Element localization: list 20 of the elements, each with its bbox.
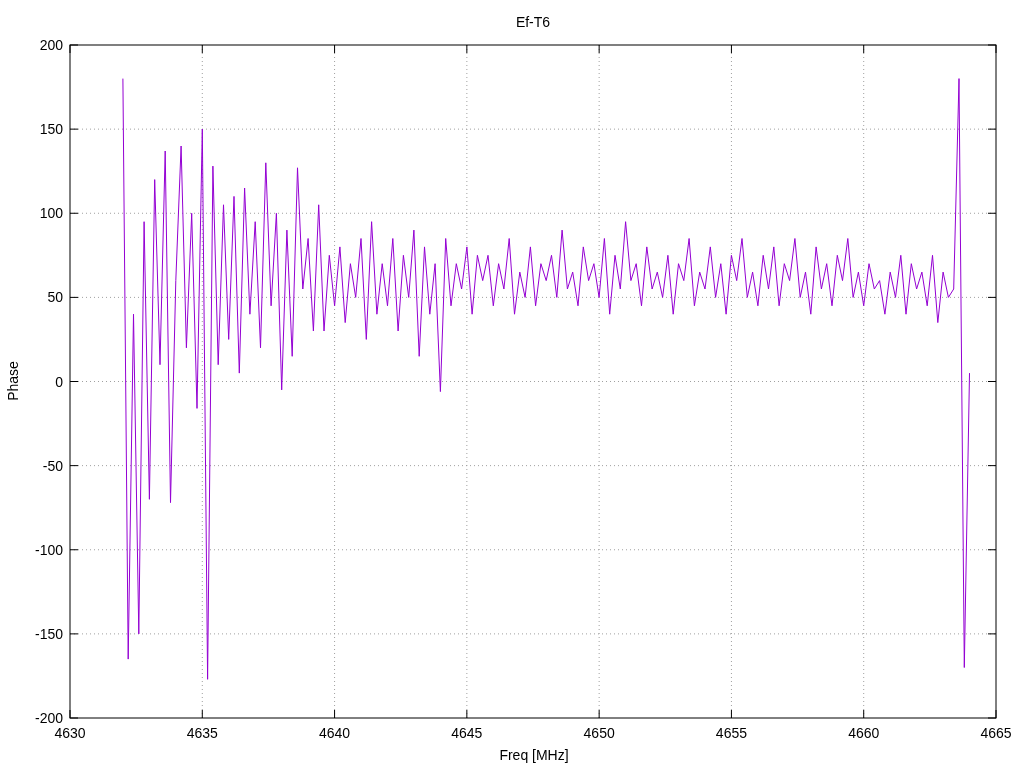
y-tick-label: 50 xyxy=(47,289,63,306)
x-tick-label: 4650 xyxy=(583,725,615,741)
x-tick-label: 4635 xyxy=(186,725,218,741)
chart-title: Ef-T6 xyxy=(515,14,551,30)
y-tick-label: -50 xyxy=(42,457,63,474)
y-axis-label: Phase xyxy=(5,361,21,401)
x-tick-label: 4665 xyxy=(980,725,1012,741)
y-tick-label: -150 xyxy=(34,625,63,642)
y-tick-label: 0 xyxy=(55,373,63,390)
y-tick-label: -100 xyxy=(34,541,63,558)
y-tick-label: 100 xyxy=(39,205,63,222)
x-axis-label: Freq [MHz] xyxy=(499,747,569,763)
x-tick-label: 4660 xyxy=(848,725,880,741)
x-tick-label: 4640 xyxy=(319,725,351,741)
y-tick-label: 200 xyxy=(39,37,63,53)
y-tick-label: -200 xyxy=(34,710,63,726)
x-tick-label: 4655 xyxy=(715,725,747,741)
x-tick-label: 4645 xyxy=(451,725,483,741)
y-tick-label: 150 xyxy=(39,121,63,138)
x-tick-label: 4630 xyxy=(54,725,86,741)
